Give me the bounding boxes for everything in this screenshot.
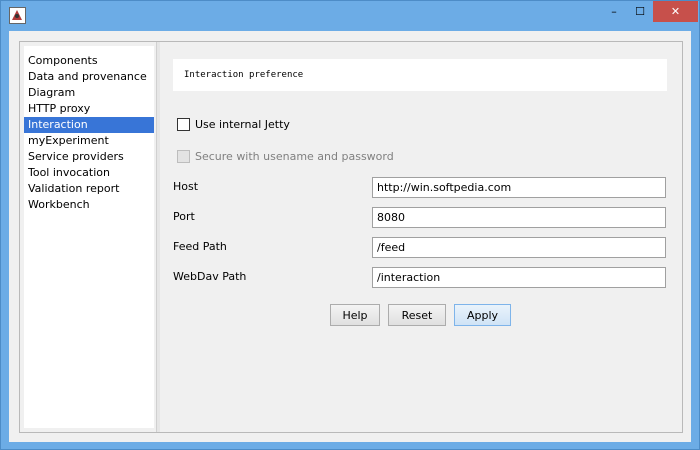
tree-item-myexperiment[interactable]: myExperiment xyxy=(24,133,154,149)
minimize-button[interactable]: – xyxy=(601,1,627,22)
secure-checkbox xyxy=(177,149,190,163)
feed-path-input[interactable]: /feed xyxy=(372,237,666,258)
use-internal-jetty-label: Use internal Jetty xyxy=(195,117,290,131)
title-bar[interactable]: – ☐ ✕ xyxy=(1,1,699,31)
secure-label: Secure with usename and password xyxy=(195,149,394,163)
tree-item-data-and-provenance[interactable]: Data and provenance xyxy=(24,69,154,85)
section-title: Interaction preference xyxy=(184,70,304,80)
interaction-preferences-form: Interaction preference Use internal Jett… xyxy=(160,42,682,432)
port-label: Port xyxy=(173,210,195,223)
tree-item-diagram[interactable]: Diagram xyxy=(24,85,154,101)
webdav-path-label: WebDav Path xyxy=(173,270,247,283)
webdav-path-input[interactable]: /interaction xyxy=(372,267,666,288)
reset-button[interactable]: Reset xyxy=(388,304,446,326)
section-title-box: Interaction preference xyxy=(173,59,667,91)
help-button[interactable]: Help xyxy=(330,304,380,326)
tree-item-workbench[interactable]: Workbench xyxy=(24,197,154,213)
maximize-button[interactable]: ☐ xyxy=(627,1,653,22)
tree-item-validation-report[interactable]: Validation report xyxy=(24,181,154,197)
tree-item-tool-invocation[interactable]: Tool invocation xyxy=(24,165,154,181)
preferences-panel: Components Data and provenance Diagram H… xyxy=(19,41,683,433)
host-label: Host xyxy=(173,180,199,193)
tree-item-service-providers[interactable]: Service providers xyxy=(24,149,154,165)
secure-row: Secure with usename and password xyxy=(177,148,394,164)
apply-button[interactable]: Apply xyxy=(454,304,511,326)
host-input[interactable]: http://win.softpedia.com xyxy=(372,177,666,198)
minimize-icon: – xyxy=(611,5,617,18)
use-internal-jetty-row[interactable]: Use internal Jetty xyxy=(177,116,290,132)
tree-item-http-proxy[interactable]: HTTP proxy xyxy=(24,101,154,117)
preferences-tree[interactable]: Components Data and provenance Diagram H… xyxy=(24,46,154,428)
tree-item-interaction[interactable]: Interaction xyxy=(24,117,154,133)
maximize-icon: ☐ xyxy=(635,5,645,18)
app-icon xyxy=(9,7,26,24)
window-client: Components Data and provenance Diagram H… xyxy=(9,31,691,442)
use-internal-jetty-checkbox[interactable] xyxy=(177,117,190,131)
feed-path-label: Feed Path xyxy=(173,240,227,253)
tree-item-components[interactable]: Components xyxy=(24,53,154,69)
close-icon: ✕ xyxy=(670,5,681,18)
close-button[interactable]: ✕ xyxy=(653,1,698,22)
preferences-window: – ☐ ✕ Components Data and provenance Dia… xyxy=(0,0,700,450)
port-input[interactable]: 8080 xyxy=(372,207,666,228)
